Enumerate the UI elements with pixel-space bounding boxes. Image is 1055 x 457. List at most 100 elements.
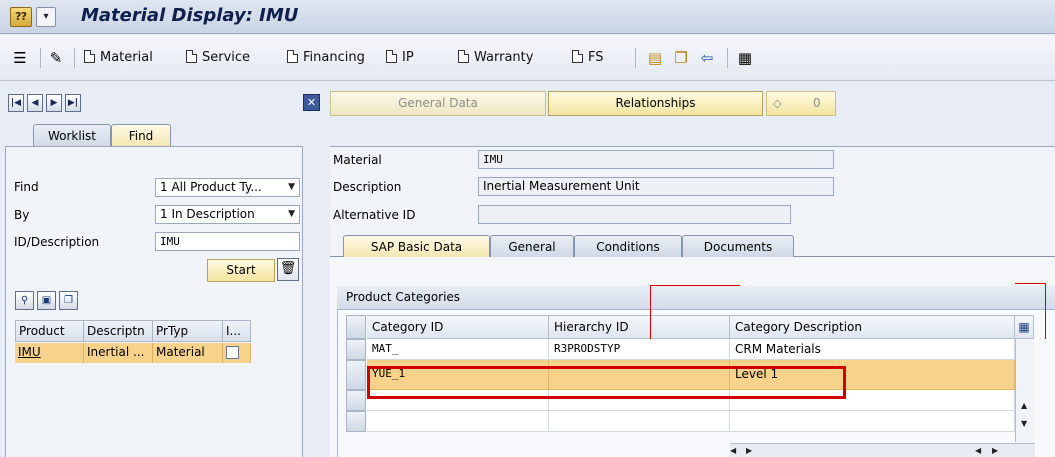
empty-cell[interactable]: [730, 411, 1015, 432]
create-service-button[interactable]: Service: [186, 49, 250, 67]
create-material-label: Material: [100, 50, 153, 65]
toolbar-separator: [74, 48, 75, 68]
results-column-header[interactable]: Descriptn: [84, 320, 153, 342]
details-icon[interactable]: ⚲: [15, 291, 34, 310]
find-value: 1 All Product Ty...: [160, 180, 262, 194]
results-column-header[interactable]: PrTyp: [153, 320, 223, 342]
copy-icon[interactable]: ❐: [671, 48, 691, 68]
product-categories-title: Product Categories: [337, 286, 1055, 310]
chevron-down-icon: ▼: [288, 182, 295, 192]
settings-grid-icon[interactable]: ▦: [735, 48, 755, 68]
system-menu-icon[interactable]: ▾: [36, 7, 56, 27]
create-ip-label: IP: [402, 50, 414, 65]
column-header-category-description[interactable]: Category Description: [730, 315, 1015, 339]
scroll-down-icon[interactable]: ▼: [1021, 419, 1027, 428]
column-header-hierarchy-id[interactable]: Hierarchy ID: [549, 315, 730, 339]
application-toolbar: ☰ ✎ Material Service Financing IP Warran…: [0, 35, 1055, 81]
empty-cell[interactable]: [367, 390, 549, 411]
empty-cell[interactable]: [549, 411, 730, 432]
cell-category-id[interactable]: MAT_: [367, 339, 549, 360]
document-icon: [84, 50, 95, 63]
scroll-up-icon[interactable]: ▲: [1021, 401, 1027, 410]
checkbox[interactable]: [226, 346, 239, 359]
annotation-line: [650, 285, 651, 339]
cell-category-id[interactable]: YUE_1: [367, 360, 549, 390]
copy-list-icon[interactable]: ❐: [59, 291, 78, 310]
back-arrow-icon[interactable]: ⇦: [697, 48, 717, 68]
create-material-button[interactable]: Material: [84, 49, 153, 67]
cell-hierarchy-id[interactable]: [549, 360, 730, 390]
tab-documents[interactable]: Documents: [682, 235, 794, 257]
document-icon: [386, 50, 397, 63]
diamond-icon: ◇: [773, 97, 782, 110]
id-description-input[interactable]: IMU: [155, 232, 300, 251]
relationships-button[interactable]: Relationships: [548, 91, 763, 116]
tab-general[interactable]: General: [490, 235, 574, 257]
open-folder-icon[interactable]: ▤: [645, 48, 665, 68]
first-record-button[interactable]: |◀: [8, 94, 24, 112]
results-column-header[interactable]: I...: [223, 320, 251, 342]
create-ip-button[interactable]: IP: [386, 49, 414, 67]
column-header-category-id[interactable]: Category ID: [367, 315, 549, 339]
empty-cell[interactable]: [367, 411, 549, 432]
list-view-icon[interactable]: ☰: [10, 48, 30, 68]
create-financing-label: Financing: [303, 50, 365, 65]
row-selector[interactable]: [346, 411, 366, 432]
edit-toggle-icon[interactable]: ✎: [46, 48, 66, 68]
scroll-right-icon[interactable]: ▶: [746, 446, 752, 455]
create-warranty-button[interactable]: Warranty: [458, 49, 533, 67]
empty-cell[interactable]: [549, 390, 730, 411]
row-selector[interactable]: [346, 390, 366, 411]
empty-cell[interactable]: [730, 390, 1015, 411]
table-settings-icon[interactable]: ▦: [1015, 315, 1034, 339]
by-label: By: [14, 208, 30, 222]
tab-worklist[interactable]: Worklist: [33, 124, 111, 146]
annotation-line: [650, 285, 740, 286]
tab-conditions[interactable]: Conditions: [574, 235, 682, 257]
select-all-rows-cell[interactable]: [346, 315, 366, 339]
next-record-button[interactable]: ▶: [46, 94, 62, 112]
create-warranty-label: Warranty: [474, 50, 534, 65]
cell-category-description[interactable]: Level 1: [730, 360, 1015, 390]
description-label: Description: [333, 180, 402, 194]
annotation-line: [1015, 283, 1045, 284]
document-icon: [572, 50, 583, 63]
tab-find[interactable]: Find: [111, 124, 171, 146]
find-dropdown[interactable]: 1 All Product Ty... ▼: [155, 178, 300, 197]
tab-sap-basic-data[interactable]: SAP Basic Data: [343, 235, 490, 257]
results-description-cell[interactable]: Inertial ...: [84, 343, 153, 363]
close-locator-button[interactable]: ✕: [303, 94, 320, 111]
scroll-left-icon[interactable]: ◀: [975, 446, 981, 455]
previous-record-button[interactable]: ◀: [27, 94, 43, 112]
select-all-icon[interactable]: ▣: [37, 291, 56, 310]
results-prtyp-cell[interactable]: Material: [153, 343, 223, 363]
scroll-right-icon[interactable]: ▶: [992, 446, 998, 455]
last-record-button[interactable]: ▶|: [65, 94, 81, 112]
row-selector[interactable]: [346, 339, 366, 360]
by-dropdown[interactable]: 1 In Description ▼: [155, 205, 300, 224]
start-search-button[interactable]: Start: [207, 259, 275, 282]
general-data-button[interactable]: General Data: [330, 91, 546, 116]
sap-app-icon[interactable]: ⁇: [10, 7, 32, 27]
create-fs-button[interactable]: FS: [572, 49, 604, 67]
document-icon: [287, 50, 298, 63]
vertical-scrollbar[interactable]: ▲ ▼: [1015, 339, 1034, 442]
row-selector[interactable]: [346, 360, 366, 390]
material-field[interactable]: IMU: [478, 150, 834, 169]
description-field[interactable]: Inertial Measurement Unit: [478, 177, 834, 196]
alternative-id-label: Alternative ID: [333, 208, 416, 222]
horizontal-scrollbar[interactable]: ◀ ▶ ◀ ▶: [730, 443, 1035, 457]
document-icon: [458, 50, 469, 63]
cell-hierarchy-id[interactable]: R3PRODSTYP: [549, 339, 730, 360]
results-checkbox-cell[interactable]: [223, 343, 251, 363]
results-column-header[interactable]: Product: [15, 320, 84, 342]
alternative-id-field[interactable]: [478, 205, 791, 224]
create-service-label: Service: [202, 50, 251, 65]
trash-icon[interactable]: 🗑: [277, 258, 299, 281]
create-financing-button[interactable]: Financing: [287, 49, 365, 67]
annotation-line: [1045, 283, 1046, 339]
scroll-left-icon[interactable]: ◀: [730, 446, 736, 455]
results-product-link[interactable]: IMU: [15, 343, 84, 363]
cell-category-description[interactable]: CRM Materials: [730, 339, 1015, 360]
relationship-counter[interactable]: ◇ 0: [766, 91, 836, 116]
